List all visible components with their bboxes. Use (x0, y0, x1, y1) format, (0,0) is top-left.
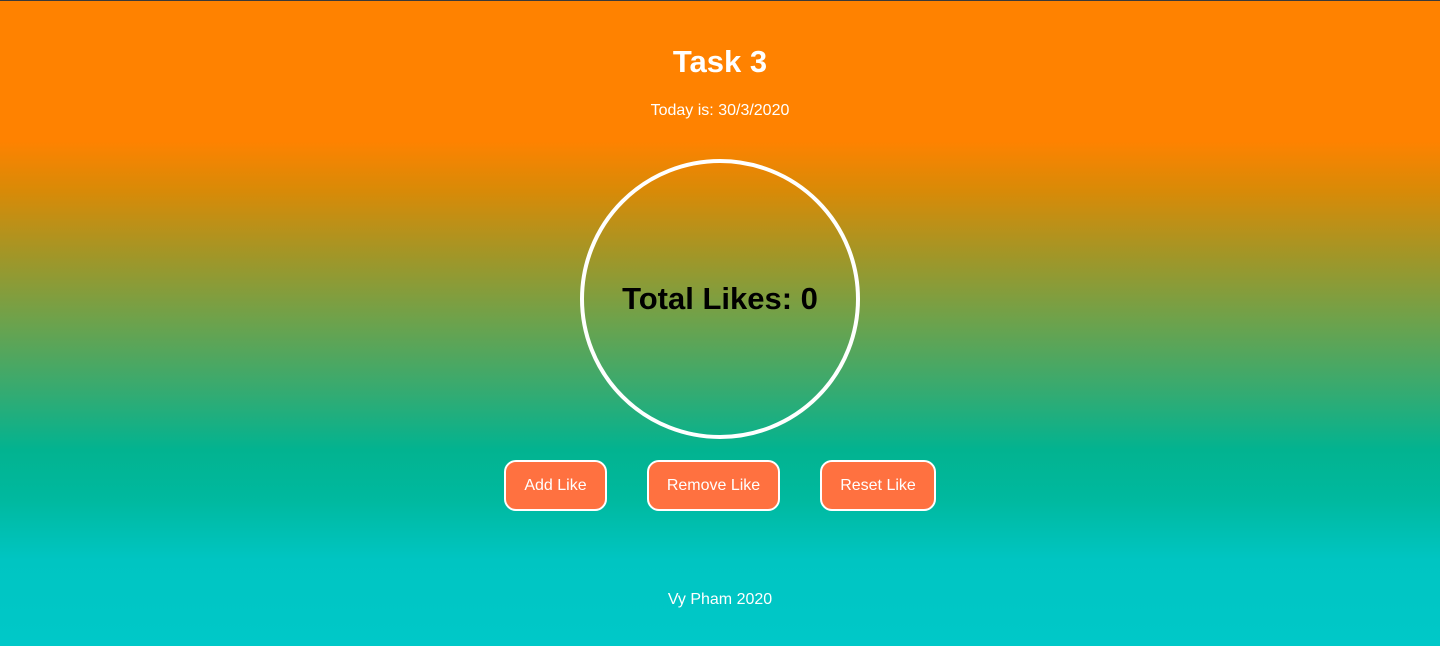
likes-circle: Total Likes: 0 (580, 159, 860, 439)
total-likes-label: Total Likes: 0 (622, 281, 818, 316)
footer-credit: Vy Pham 2020 (667, 591, 773, 608)
reset-like-button[interactable]: Reset Like (820, 460, 936, 511)
date-text: Today is: 30/3/2020 (650, 102, 790, 119)
remove-like-button[interactable]: Remove Like (647, 460, 780, 511)
add-like-button[interactable]: Add Like (504, 460, 607, 511)
top-border (0, 0, 1440, 1)
page-title: Task 3 (672, 44, 768, 79)
